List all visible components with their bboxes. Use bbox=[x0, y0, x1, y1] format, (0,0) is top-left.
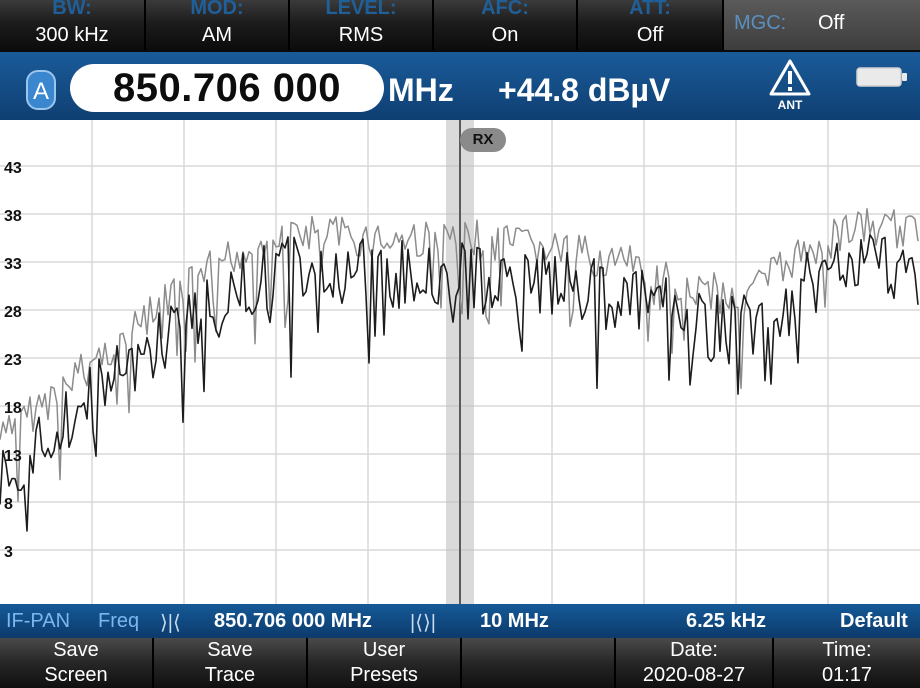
y-tick-label: 28 bbox=[4, 304, 22, 321]
softkey-line1: Save bbox=[207, 639, 253, 661]
mod-softkey-title: MOD: bbox=[190, 0, 244, 19]
time-value: 01:17 bbox=[821, 664, 873, 686]
mgc-value: Off bbox=[818, 12, 845, 34]
y-tick-label: 33 bbox=[4, 256, 22, 273]
y-tick-label: 13 bbox=[4, 448, 22, 465]
center-icon: ⟩|⟨ bbox=[160, 612, 181, 634]
level-softkey-title: LEVEL: bbox=[325, 0, 397, 19]
softkey-line2: Screen bbox=[44, 664, 108, 686]
afc-softkey-value: On bbox=[491, 24, 519, 46]
span-value: 10 MHz bbox=[480, 610, 549, 632]
ifpan-mode-label: IF-PAN bbox=[6, 610, 71, 632]
bw-softkey[interactable]: BW: 300 kHz bbox=[0, 0, 146, 50]
top-softkey-row: BW: 300 kHz MOD: AM LEVEL: RMS AFC: On A… bbox=[0, 0, 920, 52]
time-label: Time: bbox=[822, 639, 872, 661]
frequency-display[interactable]: 850.706 000 bbox=[70, 64, 384, 112]
y-tick-label: 8 bbox=[4, 496, 13, 513]
att-softkey[interactable]: ATT: Off bbox=[578, 0, 724, 50]
channel-badge[interactable]: A bbox=[26, 70, 56, 110]
battery-icon bbox=[856, 67, 907, 87]
frequency-unit: MHz bbox=[388, 72, 454, 108]
softkey-line2: Trace bbox=[204, 664, 256, 686]
spectrum-svg bbox=[0, 120, 920, 604]
preset-value: Default bbox=[840, 610, 908, 632]
afc-softkey[interactable]: AFC: On bbox=[434, 0, 578, 50]
att-softkey-value: Off bbox=[636, 24, 664, 46]
rx-marker-label[interactable]: RX bbox=[460, 128, 506, 152]
status-bar: IF-PAN Freq ⟩|⟨ 850.706 000 MHz |⟨⟩| 10 … bbox=[0, 604, 920, 638]
afc-softkey-title: AFC: bbox=[481, 0, 529, 19]
user-presets-button[interactable]: User Presets bbox=[308, 638, 462, 688]
ant-label: ANT bbox=[777, 98, 803, 112]
save-trace-button[interactable]: Save Trace bbox=[154, 638, 308, 688]
level-softkey[interactable]: LEVEL: RMS bbox=[290, 0, 434, 50]
spectrum-plot[interactable]: 43 38 33 28 23 18 13 8 3 bbox=[0, 120, 920, 604]
antenna-warning[interactable]: ANT bbox=[768, 58, 812, 114]
bw-softkey-title: BW: bbox=[52, 0, 92, 19]
level-readout: +44.8 dBµV bbox=[498, 72, 671, 108]
y-tick-label: 38 bbox=[4, 208, 22, 225]
date-value: 2020-08-27 bbox=[642, 664, 746, 686]
empty-softkey[interactable] bbox=[462, 638, 616, 688]
softkey-line1: User bbox=[362, 639, 406, 661]
freq-label: Freq bbox=[98, 610, 140, 632]
warning-icon bbox=[769, 59, 811, 96]
time-softkey[interactable]: Time: 01:17 bbox=[774, 638, 920, 688]
softkey-line2: Presets bbox=[350, 664, 418, 686]
span-icon: |⟨⟩| bbox=[410, 612, 436, 634]
softkey-line1: Save bbox=[53, 639, 99, 661]
level-softkey-value: RMS bbox=[338, 24, 384, 46]
date-label: Date: bbox=[670, 639, 718, 661]
y-tick-label: 3 bbox=[4, 544, 13, 561]
y-tick-label: 18 bbox=[4, 400, 22, 417]
mgc-softkey[interactable]: MGC: Off bbox=[724, 0, 920, 50]
step-value: 6.25 kHz bbox=[686, 610, 767, 632]
y-tick-label: 23 bbox=[4, 352, 22, 369]
date-softkey[interactable]: Date: 2020-08-27 bbox=[616, 638, 774, 688]
mod-softkey-value: AM bbox=[202, 24, 232, 46]
y-tick-label: 43 bbox=[4, 160, 22, 177]
bw-softkey-value: 300 kHz bbox=[35, 24, 109, 46]
bottom-softkey-row: Save Screen Save Trace User Presets Date… bbox=[0, 638, 920, 688]
save-screen-button[interactable]: Save Screen bbox=[0, 638, 154, 688]
center-frequency: 850.706 000 MHz bbox=[214, 610, 372, 632]
mgc-label: MGC: bbox=[734, 12, 787, 34]
mod-softkey[interactable]: MOD: AM bbox=[146, 0, 290, 50]
att-softkey-title: ATT: bbox=[629, 0, 671, 19]
